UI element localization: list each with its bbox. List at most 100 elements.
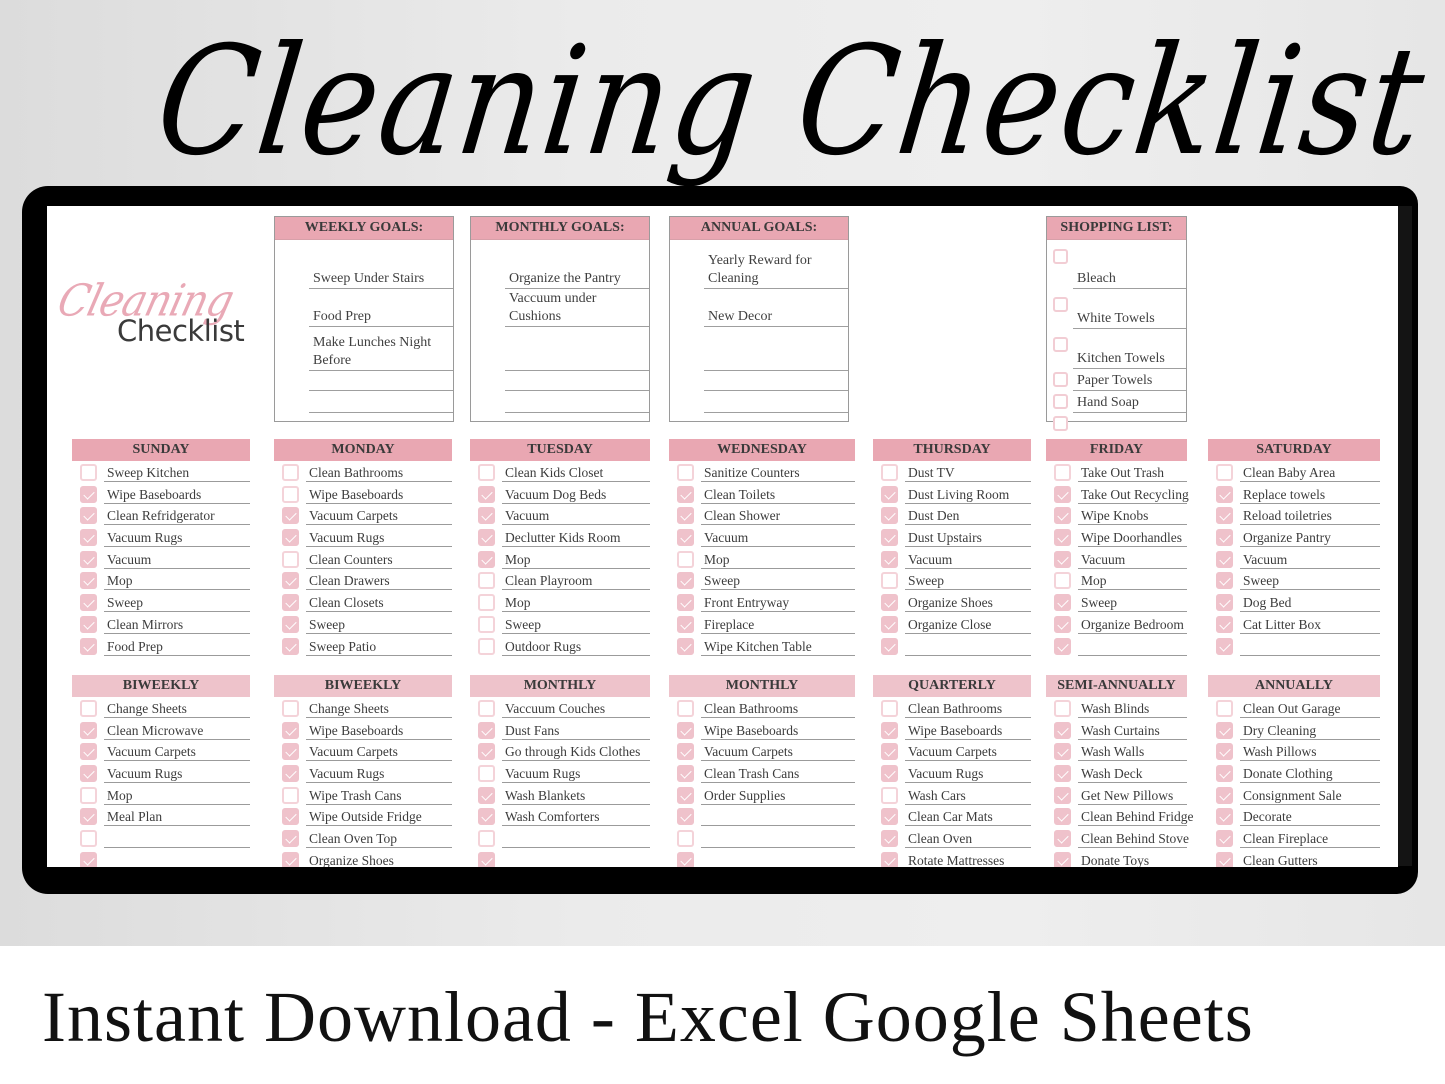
checkbox-unchecked[interactable] xyxy=(677,550,694,568)
checkbox-checked[interactable] xyxy=(677,594,694,612)
task-label[interactable]: Dust TV xyxy=(905,461,1031,482)
checkbox-checked[interactable] xyxy=(677,765,694,783)
task-label[interactable] xyxy=(502,827,650,849)
task-label[interactable]: Sweep xyxy=(1240,569,1380,591)
task-label[interactable]: Clean Gutters xyxy=(1240,849,1380,867)
task-label[interactable]: Clean Behind Fridge xyxy=(1078,805,1193,827)
task-label[interactable]: Sweep xyxy=(502,613,650,634)
checkbox-checked[interactable] xyxy=(80,851,97,867)
checkbox-unchecked[interactable] xyxy=(478,464,495,481)
checkbox-checked[interactable] xyxy=(677,529,694,547)
task-label[interactable]: Clean Microwave xyxy=(104,719,250,740)
checkbox-checked[interactable] xyxy=(80,721,97,739)
checkbox-checked[interactable] xyxy=(1216,830,1233,848)
checkbox-checked[interactable] xyxy=(677,808,694,826)
checkbox-checked[interactable] xyxy=(1054,550,1071,568)
checkbox-checked[interactable] xyxy=(1216,550,1233,568)
checkbox-checked[interactable] xyxy=(677,572,694,590)
task-label[interactable] xyxy=(905,635,1031,656)
checkbox-checked[interactable] xyxy=(881,615,898,633)
task-label[interactable] xyxy=(104,849,250,867)
checkbox-checked[interactable] xyxy=(282,808,299,826)
checkbox-checked[interactable] xyxy=(1216,529,1233,547)
task-label[interactable]: Food Prep xyxy=(104,635,250,656)
checkbox-checked[interactable] xyxy=(478,786,495,804)
checkbox-checked[interactable] xyxy=(282,765,299,783)
shopping-item[interactable]: Bleach xyxy=(1073,241,1186,289)
checkbox-checked[interactable] xyxy=(881,743,898,761)
task-label[interactable]: Wipe Baseboards xyxy=(701,719,855,740)
checkbox-checked[interactable] xyxy=(1054,830,1071,848)
task-label[interactable]: Organize Close xyxy=(905,613,1031,634)
task-label[interactable] xyxy=(1240,635,1380,656)
task-label[interactable]: Cat Litter Box xyxy=(1240,613,1380,634)
checkbox-checked[interactable] xyxy=(478,485,495,503)
task-label[interactable]: Wipe Baseboards xyxy=(306,719,452,740)
shopping-item[interactable]: Kitchen Towels xyxy=(1073,329,1186,369)
checkbox-checked[interactable] xyxy=(1216,808,1233,826)
task-label[interactable]: Clean Fireplace xyxy=(1240,827,1380,849)
checkbox-checked[interactable] xyxy=(1054,721,1071,739)
task-label[interactable]: Clean Shower xyxy=(701,504,855,526)
checkbox-checked[interactable] xyxy=(677,851,694,867)
task-label[interactable]: Vacuum Rugs xyxy=(905,762,1031,784)
task-label[interactable]: Dust Living Room xyxy=(905,483,1031,504)
checkbox-checked[interactable] xyxy=(282,721,299,739)
checkbox-checked[interactable] xyxy=(282,529,299,547)
task-label[interactable]: Decorate xyxy=(1240,805,1380,827)
task-label[interactable] xyxy=(701,849,855,867)
task-label[interactable]: Clean Playroom xyxy=(502,569,650,591)
checkbox-checked[interactable] xyxy=(80,808,97,826)
task-label[interactable]: Clean Baby Area xyxy=(1240,461,1380,482)
task-label[interactable]: Vacuum Rugs xyxy=(104,526,250,548)
checkbox-unchecked[interactable] xyxy=(478,830,495,848)
checkbox-checked[interactable] xyxy=(1216,615,1233,633)
task-label[interactable]: Vacuum Carpets xyxy=(905,740,1031,762)
checkbox-checked[interactable] xyxy=(677,721,694,739)
checkbox-unchecked[interactable] xyxy=(478,765,495,783)
goal-line[interactable] xyxy=(309,371,453,391)
goal-line[interactable]: Yearly Reward for Cleaning xyxy=(704,241,848,289)
task-label[interactable]: Mop xyxy=(104,784,250,805)
task-label[interactable]: Wash Comforters xyxy=(502,805,650,827)
checkbox-unchecked[interactable] xyxy=(478,700,495,717)
checkbox-checked[interactable] xyxy=(881,721,898,739)
goal-line[interactable]: New Decor xyxy=(704,289,848,327)
task-label[interactable]: Vacuum xyxy=(1078,548,1187,569)
task-label[interactable]: Organize Shoes xyxy=(905,591,1031,613)
task-label[interactable]: Organize Bedroom xyxy=(1078,613,1187,634)
task-label[interactable]: Wipe Baseboards xyxy=(905,719,1031,740)
goal-line[interactable]: Food Prep xyxy=(309,297,453,327)
checkbox-checked[interactable] xyxy=(80,550,97,568)
task-label[interactable] xyxy=(502,849,650,867)
checkbox-checked[interactable] xyxy=(80,485,97,503)
task-label[interactable]: Clean Behind Stove xyxy=(1078,827,1189,849)
task-label[interactable]: Wash Walls xyxy=(1078,740,1187,762)
checkbox-checked[interactable] xyxy=(1054,507,1071,525)
checkbox-checked[interactable] xyxy=(881,507,898,525)
checkbox-checked[interactable] xyxy=(1054,743,1071,761)
checkbox-unchecked[interactable] xyxy=(881,786,898,804)
checkbox-checked[interactable] xyxy=(478,721,495,739)
checkbox-unchecked[interactable] xyxy=(677,464,694,481)
goal-line[interactable] xyxy=(704,371,848,391)
checkbox-checked[interactable] xyxy=(478,529,495,547)
goal-line[interactable] xyxy=(309,393,453,413)
checkbox-unchecked[interactable] xyxy=(282,786,299,804)
task-label[interactable] xyxy=(701,805,855,827)
goal-line[interactable]: Vaccuum under Cushions xyxy=(505,291,649,327)
task-label[interactable]: Clean Bathrooms xyxy=(306,461,452,482)
checkbox-checked[interactable] xyxy=(1216,721,1233,739)
task-label[interactable]: Donate Toys xyxy=(1078,849,1187,867)
checkbox-checked[interactable] xyxy=(1216,485,1233,503)
task-label[interactable]: Clean Trash Cans xyxy=(701,762,855,784)
checkbox-checked[interactable] xyxy=(881,851,898,867)
checkbox-checked[interactable] xyxy=(1054,615,1071,633)
task-label[interactable]: Replace towels xyxy=(1240,483,1380,504)
checkbox-unchecked[interactable] xyxy=(677,700,694,717)
checkbox-checked[interactable] xyxy=(80,743,97,761)
task-label[interactable]: Donate Clothing xyxy=(1240,762,1380,784)
task-label[interactable]: Clean Oven xyxy=(905,827,1031,849)
task-label[interactable]: Consignment Sale xyxy=(1240,784,1380,805)
checkbox-checked[interactable] xyxy=(80,507,97,525)
